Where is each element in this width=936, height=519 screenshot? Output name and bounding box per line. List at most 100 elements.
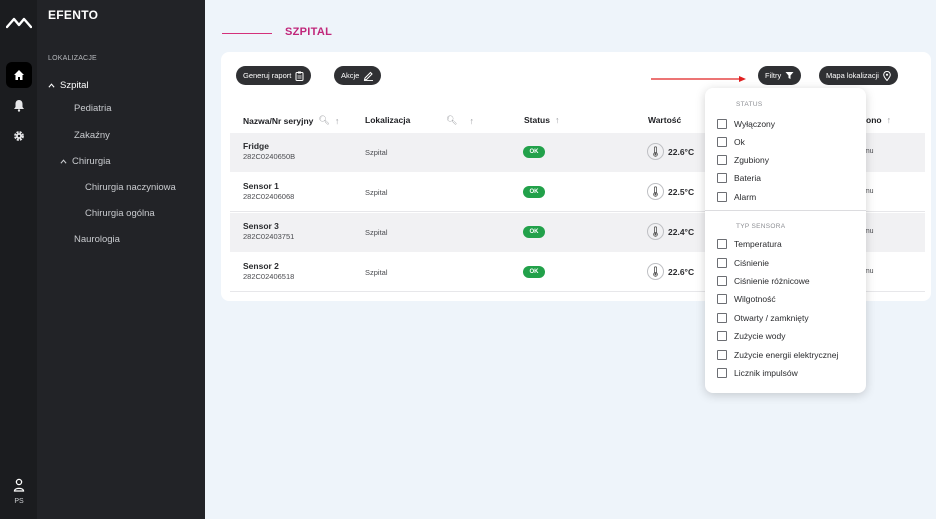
location-map-label: Mapa lokalizacji [826, 71, 879, 80]
tree-item-label: Pediatria [74, 103, 112, 114]
status-badge: OK [523, 186, 545, 198]
thermometer-icon [647, 223, 664, 240]
filter-option-type-wilgotnosc[interactable]: Wilgotność [717, 294, 776, 304]
gear-icon [14, 131, 24, 141]
annotation-arrow-icon [651, 76, 746, 82]
filter-option-status-alarm[interactable]: Alarm [717, 192, 756, 202]
checkbox[interactable] [717, 239, 727, 249]
filter-option-status-bateria[interactable]: Bateria [717, 173, 761, 183]
pencil-icon [364, 71, 374, 81]
generate-report-button[interactable]: Generuj raport [236, 66, 312, 85]
sensor-serial: 282C02406518 [243, 272, 295, 281]
column-header-value[interactable]: Wartość [648, 115, 681, 125]
column-header-label: Wartość [648, 115, 682, 125]
nav-alerts[interactable] [9, 96, 29, 114]
map-pin-icon [883, 70, 891, 81]
column-header-last-seen[interactable]: ono ↑ [866, 115, 891, 125]
filter-option-label: Wyłączony [734, 119, 776, 129]
tree-item-root[interactable]: Szpital [48, 80, 89, 91]
tree-item-chirurgia-naczyniowa[interactable]: Chirurgia naczyniowa [85, 182, 176, 193]
tree-item-naurologia[interactable]: Naurologia [74, 234, 120, 245]
filter-option-label: Zgubiony [734, 155, 769, 165]
filter-option-type-otwarty-zamkniety[interactable]: Otwarty / zamknięty [717, 313, 809, 323]
filter-option-type-zuzycie-wody[interactable]: Zużycie wody [717, 331, 786, 341]
user-menu[interactable]: PS [5, 478, 33, 508]
filters-label: Filtry [765, 71, 782, 80]
sensor-type-filter-header: TYP SENSORA [736, 223, 786, 230]
filter-option-type-licznik-impulsow[interactable]: Licznik impulsów [717, 368, 798, 378]
locations-section-label: LOKALIZACJE [48, 55, 97, 62]
status-badge: OK [523, 146, 545, 158]
sort-arrow-up-icon[interactable]: ↑ [555, 115, 560, 125]
filter-option-status-wylaczony[interactable]: Wyłączony [717, 119, 775, 129]
checkbox[interactable] [717, 276, 727, 286]
sensor-serial: 282C02403751 [243, 232, 295, 241]
checkbox[interactable] [717, 294, 727, 304]
tree-item-zakazny[interactable]: Zakaźny [74, 130, 110, 141]
tree-item-label: Chirurgia naczyniowa [85, 182, 176, 193]
checkbox[interactable] [717, 313, 727, 323]
breadcrumb-line [222, 33, 272, 34]
column-header-name[interactable]: Nazwa/Nr seryjny 🔍︎ ↑ [243, 115, 339, 126]
status-badge: OK [523, 226, 545, 238]
location-map-button[interactable]: Mapa lokalizacji [819, 66, 898, 85]
search-icon[interactable]: 🔍︎ [446, 115, 457, 126]
filter-option-type-zuzycie-energii[interactable]: Zużycie energii elektrycznej [717, 350, 838, 360]
sidebar: EFENTO LOKALIZACJE Szpital Pediatria Zak… [37, 0, 205, 519]
nav-home[interactable] [6, 62, 32, 88]
tree-item-label: Chirurgia ogólna [85, 208, 155, 219]
efento-logo-icon [6, 17, 32, 29]
sensor-name: Sensor 1 [243, 181, 279, 191]
thermometer-icon [647, 143, 664, 160]
nav-settings[interactable] [9, 127, 29, 145]
checkbox[interactable] [717, 350, 727, 360]
filter-option-type-cisnienie[interactable]: Ciśnienie [717, 258, 769, 268]
clipboard-icon [295, 71, 304, 81]
filter-option-label: Ok [734, 137, 745, 147]
sensor-value: 22.6°C [668, 147, 695, 157]
filter-option-type-cisnienie-roznicowe[interactable]: Ciśnienie różnicowe [717, 276, 810, 286]
generate-report-label: Generuj raport [243, 71, 292, 80]
filter-option-label: Zużycie energii elektrycznej [734, 350, 839, 360]
sensor-location: Szpital [365, 268, 388, 277]
filter-icon [785, 72, 794, 79]
checkbox[interactable] [717, 192, 727, 202]
filter-option-label: Licznik impulsów [734, 368, 798, 378]
sensor-location: Szpital [365, 148, 388, 157]
checkbox[interactable] [717, 119, 727, 129]
tree-item-label: Zakaźny [74, 130, 110, 141]
tree-item-chirurgia[interactable]: Chirurgia [60, 156, 111, 167]
filter-option-label: Zużycie wody [734, 331, 786, 341]
icon-rail: PS [0, 0, 37, 519]
tree-item-pediatria[interactable]: Pediatria [74, 103, 112, 114]
filter-option-type-temperatura[interactable]: Temperatura [717, 239, 782, 249]
checkbox[interactable] [717, 331, 727, 341]
search-icon[interactable]: 🔍︎ [318, 115, 329, 126]
sensor-name: Sensor 3 [243, 221, 279, 231]
checkbox[interactable] [717, 155, 727, 165]
column-header-label: Nazwa/Nr seryjny [243, 115, 314, 126]
filter-option-label: Alarm [734, 192, 757, 202]
filter-option-label: Ciśnienie [734, 258, 769, 268]
checkbox[interactable] [717, 258, 727, 268]
tree-item-chirurgia-ogolna[interactable]: Chirurgia ogólna [85, 208, 155, 219]
thermometer-icon [647, 263, 664, 280]
sensor-location: Szpital [365, 228, 388, 237]
column-header-location[interactable]: Lokalizacja [365, 115, 410, 125]
filter-option-status-ok[interactable]: Ok [717, 137, 745, 147]
actions-button[interactable]: Akcje [334, 66, 382, 85]
actions-label: Akcje [341, 71, 360, 80]
sensor-value: 22.5°C [668, 187, 695, 197]
tree-item-label: Szpital [60, 80, 89, 91]
checkbox[interactable] [717, 137, 727, 147]
sort-arrow-up-icon[interactable]: ↑ [335, 116, 340, 126]
filter-option-label: Temperatura [734, 239, 782, 249]
sort-arrow-up-icon[interactable]: ↑ [469, 116, 474, 126]
filter-option-status-zgubiony[interactable]: Zgubiony [717, 155, 769, 165]
column-header-status[interactable]: Status ↑ [524, 115, 559, 125]
filters-button[interactable]: Filtry [758, 66, 802, 85]
checkbox[interactable] [717, 368, 727, 378]
checkbox[interactable] [717, 173, 727, 183]
user-icon [13, 478, 25, 492]
sort-arrow-up-icon[interactable]: ↑ [887, 115, 892, 125]
